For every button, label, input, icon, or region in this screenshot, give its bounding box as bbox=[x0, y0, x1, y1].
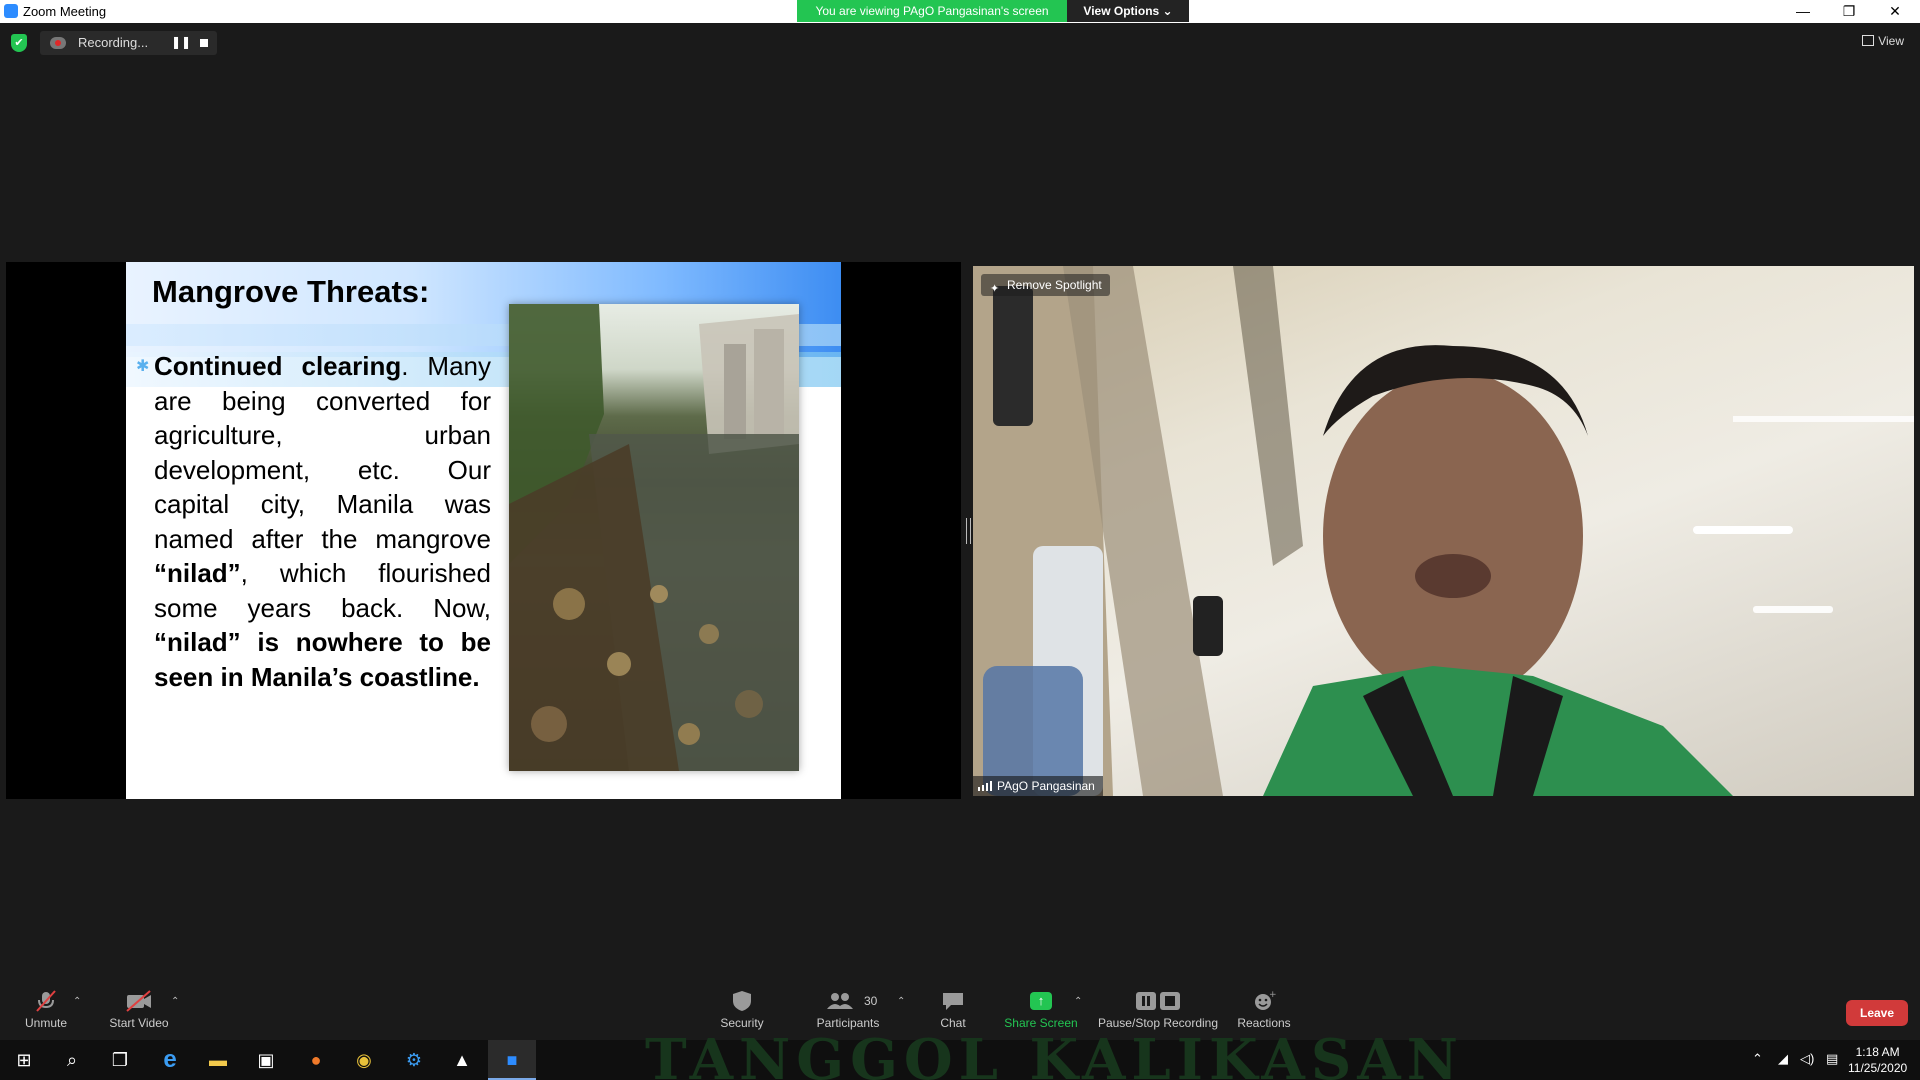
pause-stop-recording-button[interactable]: Pause/Stop Recording bbox=[1096, 978, 1220, 1040]
stop-recording-button[interactable] bbox=[200, 39, 208, 47]
chat-bubble-icon bbox=[943, 993, 963, 1010]
slide-body-bold: Continued clearing bbox=[154, 351, 402, 381]
input-indicator-icon[interactable]: ▤ bbox=[1826, 1051, 1838, 1067]
background-banner-text: TANGGOL KALIKASAN bbox=[645, 1032, 1464, 1080]
security-shield-icon bbox=[733, 991, 751, 1011]
store-icon[interactable]: ▣ bbox=[242, 1040, 290, 1080]
firefox-icon[interactable]: ● bbox=[292, 1040, 340, 1080]
clock-date: 11/25/2020 bbox=[1848, 1061, 1908, 1075]
task-view-icon[interactable]: ❐ bbox=[96, 1040, 144, 1080]
video-off-icon bbox=[126, 990, 151, 1012]
chat-label: Chat bbox=[940, 1016, 966, 1030]
panel-resize-handle[interactable] bbox=[966, 518, 971, 544]
participants-count: 30 bbox=[864, 994, 878, 1008]
close-button[interactable]: ✕ bbox=[1872, 0, 1918, 22]
reactions-label: Reactions bbox=[1237, 1016, 1291, 1030]
show-hidden-icons[interactable]: ⌃ bbox=[1752, 1051, 1763, 1067]
start-video-button[interactable]: Start Video bbox=[104, 978, 174, 1040]
title-bar: Zoom Meeting You are viewing PAgO Pangas… bbox=[0, 0, 1920, 23]
start-video-label: Start Video bbox=[109, 1016, 169, 1030]
slide-body-text: Continued clearing. Many are being conve… bbox=[154, 349, 491, 694]
presentation-slide: Mangrove Threats: ✱ Continued clearing. … bbox=[126, 262, 841, 799]
signal-strength-icon bbox=[978, 781, 992, 791]
bullet-icon: ✱ bbox=[136, 358, 150, 375]
encryption-shield-icon[interactable]: ✔ bbox=[11, 34, 27, 52]
network-icon[interactable]: ◢ bbox=[1778, 1051, 1788, 1067]
share-screen-button[interactable]: ↑ Share Screen bbox=[1002, 978, 1080, 1040]
reactions-icon: + bbox=[1255, 990, 1276, 1010]
video-options-caret[interactable]: ⌃ bbox=[171, 996, 179, 1007]
reactions-button[interactable]: + Reactions bbox=[1232, 978, 1296, 1040]
volume-icon[interactable]: ◁) bbox=[1800, 1051, 1814, 1067]
view-button[interactable]: View bbox=[1862, 34, 1904, 48]
restore-button[interactable]: ❐ bbox=[1826, 0, 1872, 22]
slide-body-quote: “nilad” bbox=[154, 558, 241, 588]
viewing-screen-banner: You are viewing PAgO Pangasinan's screen bbox=[797, 0, 1067, 22]
shared-screen: Mangrove Threats: ✱ Continued clearing. … bbox=[6, 262, 961, 799]
start-icon[interactable]: ⊞ bbox=[0, 1040, 48, 1080]
recording-label: Recording... bbox=[78, 35, 149, 50]
unmute-label: Unmute bbox=[24, 1016, 68, 1030]
view-options-button[interactable]: View Options ⌄ bbox=[1067, 0, 1189, 22]
slide-body-text-part: . Many are being converted for agricultu… bbox=[154, 351, 491, 554]
security-button[interactable]: Security bbox=[712, 978, 772, 1040]
clock-time: 1:18 AM bbox=[1855, 1045, 1900, 1059]
speaker-video: ✦ Remove Spotlight PAgO Pangasinan bbox=[973, 266, 1914, 796]
photos-icon[interactable]: ▲ bbox=[438, 1040, 486, 1080]
participants-button[interactable]: Participants bbox=[812, 978, 884, 1040]
slide-title: Mangrove Threats: bbox=[152, 274, 430, 309]
share-screen-icon: ↑ bbox=[1030, 992, 1052, 1010]
security-label: Security bbox=[720, 1016, 764, 1030]
leave-button[interactable]: Leave bbox=[1846, 1000, 1908, 1026]
spotlight-label: Remove Spotlight bbox=[1007, 278, 1102, 292]
slide-body-conclusion: “nilad” is nowhere to be seen in Manila’… bbox=[154, 627, 491, 692]
search-icon[interactable]: ⌕ bbox=[48, 1040, 96, 1080]
pause-recording-button[interactable]: ❚❚ bbox=[171, 35, 191, 49]
chat-button[interactable]: Chat bbox=[928, 978, 978, 1040]
participant-name: PAgO Pangasinan bbox=[997, 779, 1095, 793]
zoom-taskbar-icon[interactable]: ■ bbox=[488, 1040, 536, 1080]
pause-stop-recording-label: Pause/Stop Recording bbox=[1097, 1016, 1219, 1030]
polluted-river-photo bbox=[509, 304, 799, 771]
recording-indicator: Recording... ❚❚ bbox=[40, 31, 217, 55]
grid-view-icon bbox=[1862, 35, 1875, 46]
muted-microphone-icon bbox=[36, 990, 56, 1012]
share-options-caret[interactable]: ⌃ bbox=[1074, 996, 1082, 1007]
pause-stop-icon bbox=[1136, 992, 1180, 1010]
settings-icon[interactable]: ⚙ bbox=[390, 1040, 438, 1080]
participants-options-caret[interactable]: ⌃ bbox=[897, 996, 905, 1007]
chrome-icon[interactable]: ◉ bbox=[340, 1040, 388, 1080]
audio-options-caret[interactable]: ⌃ bbox=[73, 996, 81, 1007]
unmute-button[interactable]: Unmute bbox=[16, 978, 76, 1040]
share-screen-label: Share Screen bbox=[1004, 1016, 1078, 1030]
cloud-recording-icon bbox=[50, 37, 66, 49]
system-clock[interactable]: 1:18 AM 11/25/2020 bbox=[1848, 1044, 1907, 1076]
remove-spotlight-button[interactable]: ✦ Remove Spotlight bbox=[981, 274, 1110, 296]
view-label: View bbox=[1878, 34, 1904, 48]
edge-icon[interactable]: e bbox=[146, 1040, 194, 1080]
svg-text:+: + bbox=[1269, 990, 1276, 1000]
participant-name-tag: PAgO Pangasinan bbox=[973, 776, 1103, 796]
window-title: Zoom Meeting bbox=[23, 4, 107, 19]
file-explorer-icon[interactable]: ▬ bbox=[194, 1040, 242, 1080]
meeting-toolbar: Unmute ⌃ Start Video ⌃ Security Particip… bbox=[0, 978, 1920, 1040]
participants-label: Participants bbox=[816, 1016, 880, 1030]
pin-icon: ✦ bbox=[990, 283, 1000, 295]
minimize-button[interactable]: — bbox=[1780, 0, 1826, 22]
zoom-app-icon bbox=[4, 4, 18, 18]
